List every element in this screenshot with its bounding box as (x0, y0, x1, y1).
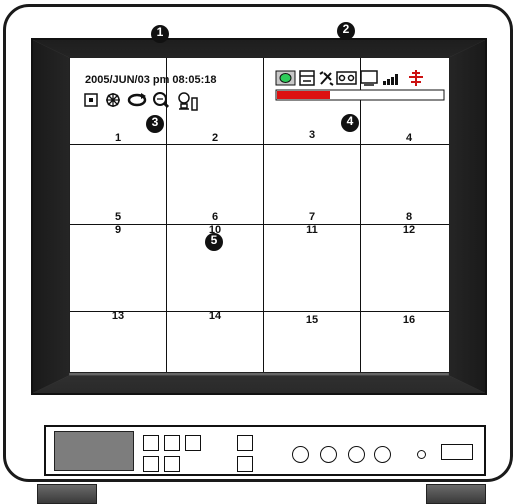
panel-knob-4[interactable] (374, 446, 391, 463)
channel-label-9: 9 (114, 224, 122, 236)
channel-label-4: 4 (405, 132, 413, 144)
callout-1: 1 (151, 25, 169, 43)
channel-label-8: 8 (405, 211, 413, 223)
multiview-screen: 1 2 3 4 5 6 7 8 9 10 11 12 13 14 15 16 2005/JUN/03 pm 0… (69, 57, 450, 373)
fan-icon (106, 93, 120, 107)
channel-label-5: 5 (114, 211, 122, 223)
record-icon (84, 93, 98, 107)
panel-knob-3[interactable] (348, 446, 365, 463)
status-icons-right (275, 70, 445, 101)
datetime-display: 2005/JUN/03 pm 08:05:18 (85, 74, 217, 86)
panel-button-6[interactable] (237, 435, 253, 451)
panel-button-4[interactable] (143, 456, 159, 472)
power-led (417, 450, 426, 459)
panel-knob-1[interactable] (292, 446, 309, 463)
loop-icon (127, 93, 147, 107)
panel-slot[interactable] (441, 444, 473, 460)
hdd-usage-bar (275, 89, 445, 101)
channel-label-14: 14 (208, 310, 222, 322)
panel-button-7[interactable] (237, 456, 253, 472)
active-indicator-icon (275, 70, 296, 86)
channel-label-1: 1 (114, 132, 122, 144)
sensor-icon (178, 92, 198, 111)
status-icons-left (84, 92, 198, 111)
callout-3: 3 (146, 115, 164, 133)
left-foot (37, 484, 97, 504)
channel-label-2: 2 (211, 132, 219, 144)
callout-5: 5 (205, 233, 223, 251)
tool-icon (319, 71, 334, 86)
channel-label-12: 12 (402, 224, 416, 236)
channel-label-6: 6 (211, 211, 219, 223)
panel-button-2[interactable] (164, 435, 180, 451)
channel-label-15: 15 (305, 314, 319, 326)
screen-bezel: 1 2 3 4 5 6 7 8 9 10 11 12 13 14 15 16 2005/JUN/03 pm 0… (31, 38, 487, 395)
alarm-icon (409, 70, 423, 86)
panel-button-5[interactable] (164, 456, 180, 472)
right-foot (426, 484, 486, 504)
monitor-icon (360, 70, 378, 86)
tape-icon (336, 71, 357, 85)
panel-button-3[interactable] (185, 435, 201, 451)
channel-label-11: 11 (306, 224, 318, 236)
channel-label-16: 16 (402, 314, 416, 326)
panel-knob-2[interactable] (320, 446, 337, 463)
zoom-icon (153, 92, 170, 109)
panel-button-1[interactable] (143, 435, 159, 451)
channel-label-7: 7 (308, 211, 316, 223)
callout-4: 4 (341, 114, 359, 132)
hdd-icon (299, 70, 315, 86)
channel-label-13: 13 (111, 310, 125, 322)
panel-display (54, 431, 134, 471)
signal-icon (383, 74, 398, 85)
channel-label-3: 3 (308, 129, 316, 141)
callout-2: 2 (337, 22, 355, 40)
front-control-panel (44, 425, 486, 476)
